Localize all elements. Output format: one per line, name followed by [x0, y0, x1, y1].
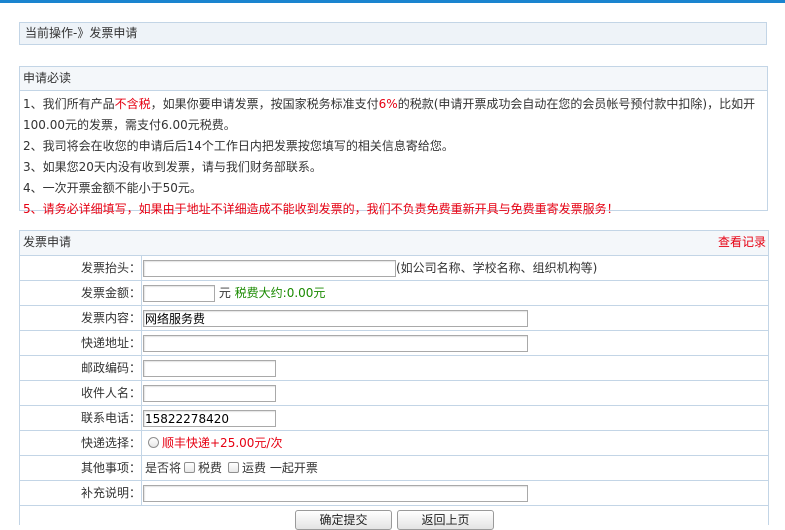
row-phone: 联系电话： [20, 406, 768, 431]
form-header: 发票申请 查看记录 [20, 231, 768, 256]
amount-unit: 元 [218, 286, 231, 300]
other-label: 其他事项： [20, 456, 142, 480]
top-accent-bar [0, 0, 785, 3]
tax-rate-highlight: 6% [378, 97, 398, 111]
other-prefix: 是否将 [145, 461, 182, 475]
row-invoice-title: 发票抬头： (如公司名称、学校名称、组织机构等) [20, 256, 768, 281]
recipient-cell [143, 381, 768, 405]
other-cell: 是否将 税费 运费 一起开票 [143, 456, 768, 480]
phone-input[interactable] [143, 410, 276, 427]
row-address: 快递地址： [20, 331, 768, 356]
remark-cell [143, 481, 768, 505]
express-cell: 顺丰快递+25.00元/次 [143, 431, 768, 455]
express-label: 快递选择： [20, 431, 142, 455]
view-records-link[interactable]: 查看记录 [718, 231, 766, 254]
postcode-input[interactable] [143, 360, 276, 377]
amount-input[interactable] [143, 285, 215, 302]
notice-line-1: 1、我们所有产品不含税，如果你要申请发票，按国家税务标准支付6%的税款(申请开票… [23, 94, 763, 115]
invoice-title-hint: (如公司名称、学校名称、组织机构等) [396, 261, 598, 275]
shipping-checkbox[interactable] [228, 462, 240, 473]
invoice-form: 发票申请 查看记录 发票抬头： (如公司名称、学校名称、组织机构等) 发票金额：… [19, 230, 769, 530]
content-cell [143, 306, 768, 330]
phone-cell [143, 406, 768, 430]
notice-line-4: 4、一次开票金额不能小于50元。 [23, 181, 202, 195]
notice-body: 1、我们所有产品不含税，如果你要申请发票，按国家税务标准支付6%的税款(申请开票… [20, 91, 767, 220]
row-remark: 补充说明： [20, 481, 768, 506]
address-cell [143, 331, 768, 355]
amount-cell: 元 税费大约:0.00元 [143, 281, 768, 305]
invoice-title-cell: (如公司名称、学校名称、组织机构等) [143, 256, 768, 280]
invoice-title-input[interactable] [143, 260, 396, 277]
tax-checkbox[interactable] [184, 462, 196, 473]
content-input[interactable] [143, 310, 528, 327]
notice-line-5: 5、请务必详细填写，如果由于地址不详细造成不能收到发票的，我们不负责免费重新开具… [23, 202, 619, 216]
notice-line-1-cont: 100.00元的发票，需支付6.00元税费。 [23, 118, 236, 132]
content-label: 发票内容： [20, 306, 142, 330]
breadcrumb: 当前操作-》发票申请 [19, 22, 767, 45]
postcode-label: 邮政编码： [20, 356, 142, 380]
tax-estimate: 税费大约:0.00元 [234, 286, 326, 300]
notice-line-2: 2、我司将会在收您的申请后后14个工作日内把发票按您填写的相关信息寄给您。 [23, 139, 454, 153]
notice-title: 申请必读 [20, 67, 767, 91]
express-radio[interactable] [148, 437, 159, 448]
amount-label: 发票金额： [20, 281, 142, 305]
notice-panel: 申请必读 1、我们所有产品不含税，如果你要申请发票，按国家税务标准支付6%的税款… [19, 66, 768, 216]
row-recipient: 收件人名： [20, 381, 768, 406]
address-label: 快递地址： [20, 331, 142, 355]
no-tax-highlight: 不含税 [114, 97, 151, 111]
shipping-checkbox-label: 运费 [242, 461, 267, 475]
notice-text: ，如果你要申请发票，按国家税务标准支付 [150, 97, 379, 111]
remark-input[interactable] [143, 485, 528, 502]
express-option-label: 顺丰快递+25.00元/次 [162, 436, 283, 450]
row-content: 发票内容： [20, 306, 768, 331]
row-amount: 发票金额： 元 税费大约:0.00元 [20, 281, 768, 306]
other-suffix: 一起开票 [269, 461, 318, 475]
submit-button[interactable]: 确定提交 [295, 510, 392, 530]
row-express: 快递选择： 顺丰快递+25.00元/次 [20, 431, 768, 456]
phone-label: 联系电话： [20, 406, 142, 430]
row-postcode: 邮政编码： [20, 356, 768, 381]
recipient-label: 收件人名： [20, 381, 142, 405]
tax-checkbox-label: 税费 [198, 461, 223, 475]
back-button[interactable]: 返回上页 [397, 510, 494, 530]
invoice-title-label: 发票抬头： [20, 256, 142, 280]
notice-line-3: 3、如果您20天内没有收到发票，请与我们财务部联系。 [23, 160, 322, 174]
address-input[interactable] [143, 335, 528, 352]
recipient-input[interactable] [143, 385, 276, 402]
form-title: 发票申请 [23, 235, 72, 249]
button-row: 确定提交 返回上页 [20, 506, 768, 530]
row-other: 其他事项： 是否将 税费 运费 一起开票 [20, 456, 768, 481]
remark-label: 补充说明： [20, 481, 142, 505]
postcode-cell [143, 356, 768, 380]
notice-text: 的税款(申请开票成功会自动在您的会员帐号预付款中扣除)，比如开 [397, 97, 756, 111]
notice-text: 1、我们所有产品 [23, 97, 115, 111]
